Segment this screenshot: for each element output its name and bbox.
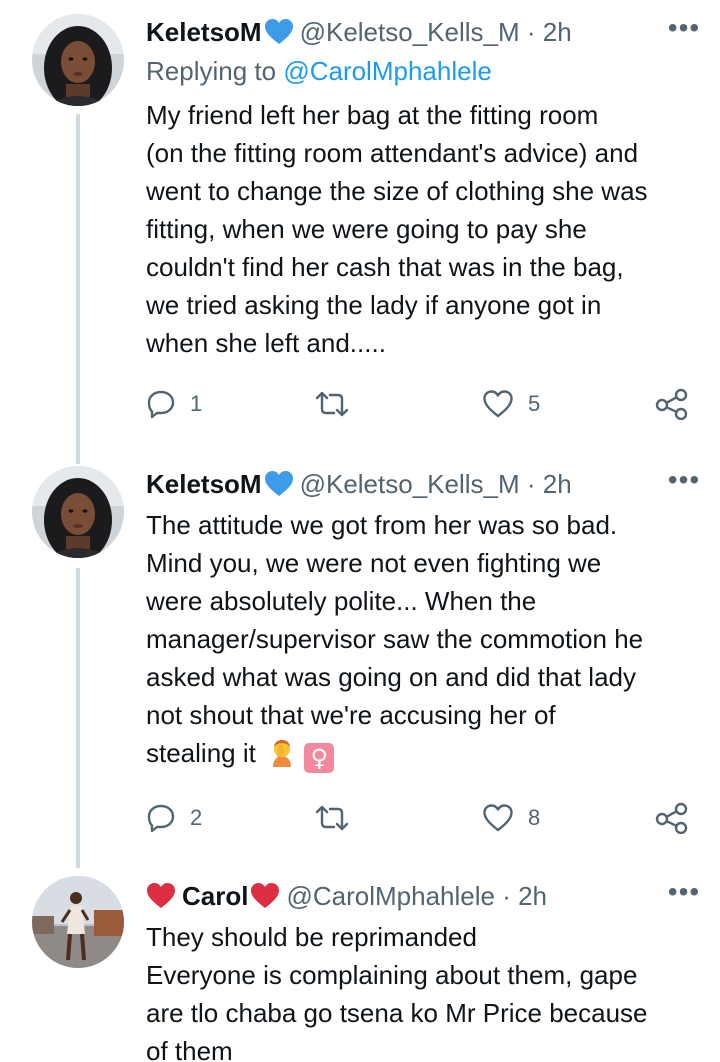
handle-and-time[interactable]: @Keletso_Kells_M · 2h	[300, 17, 572, 48]
thread-line	[76, 114, 80, 458]
handle-and-time[interactable]: @CarolMphahlele · 2h	[286, 881, 547, 912]
text-line: of them	[146, 1036, 233, 1062]
tweet-1[interactable]: KeletsoM @Keletso_Kells_M · 2h ••• Reply…	[0, 0, 720, 458]
blue-heart-icon	[264, 469, 294, 499]
tweet-2[interactable]: KeletsoM @Keletso_Kells_M · 2h ••• The a…	[0, 458, 720, 868]
avatar-keletso[interactable]	[32, 466, 124, 558]
text-line: went to change the size of clothing she …	[146, 176, 648, 206]
text-line: My friend left her bag at the fitting ro…	[146, 100, 599, 130]
tweet-header: KeletsoM @Keletso_Kells_M · 2h	[146, 12, 572, 52]
tweet-3[interactable]: Carol @CarolMphahlele · 2h ••• They shou…	[0, 868, 720, 1062]
retweet-icon	[315, 805, 349, 831]
reply-icon	[147, 804, 175, 833]
retweet-button[interactable]	[314, 798, 364, 838]
mention-link[interactable]: @CarolMphahlele	[283, 56, 492, 86]
text-line-with-emoji: stealing it ♀	[146, 734, 706, 773]
text-line: couldn't find her cash that was in the b…	[146, 252, 624, 282]
heart-icon	[483, 804, 513, 832]
like-button[interactable]: 5	[482, 384, 540, 424]
reply-button[interactable]: 1	[146, 384, 202, 424]
text-line: They should be reprimanded	[146, 922, 477, 952]
tweet-actions: 1 5	[146, 384, 702, 424]
like-count: 5	[528, 391, 541, 416]
text-line: asked what was going on and did that lad…	[146, 662, 637, 692]
reply-count: 2	[190, 805, 203, 830]
text-line: manager/supervisor saw the commotion he	[146, 624, 644, 654]
retweet-icon	[315, 391, 349, 417]
avatar-carol[interactable]	[32, 876, 124, 968]
share-icon	[655, 802, 688, 834]
heart-icon	[483, 390, 513, 418]
more-options-icon[interactable]: •••	[664, 466, 704, 498]
retweet-button[interactable]	[314, 384, 364, 424]
tweet-header: Carol @CarolMphahlele · 2h	[146, 876, 547, 916]
text-line: The attitude we got from her was so bad.	[146, 510, 618, 540]
more-options-icon[interactable]: •••	[664, 14, 704, 46]
text-line: (on the fitting room attendant's advice)…	[146, 138, 639, 168]
tweet-header: KeletsoM @Keletso_Kells_M · 2h	[146, 464, 572, 504]
thread-line	[76, 568, 80, 868]
replying-to: Replying to @CarolMphahlele	[146, 56, 492, 87]
red-heart-icon	[146, 881, 176, 911]
thread-line	[76, 458, 80, 464]
like-count: 8	[528, 805, 541, 830]
avatar-keletso[interactable]	[32, 14, 124, 106]
reply-icon	[147, 390, 175, 419]
tweet-text: They should be reprimanded Everyone is c…	[146, 918, 706, 1062]
text-line: when she left and.....	[146, 328, 386, 358]
reply-button[interactable]: 2	[146, 798, 202, 838]
tweet-actions: 2 8	[146, 798, 702, 838]
display-name[interactable]: KeletsoM	[146, 469, 262, 500]
text-line: Mind you, we were not even fighting we	[146, 548, 602, 578]
tweet-text: My friend left her bag at the fitting ro…	[146, 96, 706, 362]
like-button[interactable]: 8	[482, 798, 540, 838]
tweet-text: The attitude we got from her was so bad.…	[146, 506, 706, 773]
more-options-icon[interactable]: •••	[664, 878, 704, 910]
text-line: stealing it	[146, 738, 256, 768]
handle-and-time[interactable]: @Keletso_Kells_M · 2h	[300, 469, 572, 500]
text-line: were absolutely polite... When the	[146, 586, 537, 616]
display-name[interactable]: KeletsoM	[146, 17, 262, 48]
woman-facepalming-icon	[273, 740, 292, 767]
share-button[interactable]	[654, 798, 690, 838]
display-name[interactable]: Carol	[182, 881, 248, 912]
share-button[interactable]	[654, 384, 690, 424]
female-sign-icon: ♀	[304, 743, 335, 773]
text-line: we tried asking the lady if anyone got i…	[146, 290, 602, 320]
blue-heart-icon	[264, 17, 294, 47]
text-line: Everyone is complaining about them, gape	[146, 960, 638, 990]
text-line: not shout that we're accusing her of	[146, 700, 556, 730]
reply-count: 1	[190, 391, 203, 416]
red-heart-icon	[250, 881, 280, 911]
replying-to-label: Replying to	[146, 56, 277, 86]
text-line: are tlo chaba go tsena ko Mr Price becau…	[146, 998, 648, 1028]
text-line: fitting, when we were going to pay she	[146, 214, 587, 244]
share-icon	[655, 388, 688, 420]
